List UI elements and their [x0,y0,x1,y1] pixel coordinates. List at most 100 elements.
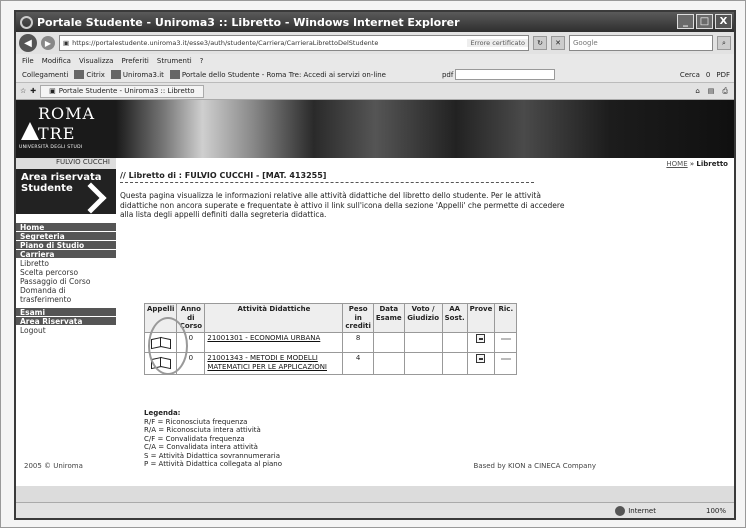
favorite-icon [169,70,180,79]
menu-modifica[interactable]: Modifica [42,57,71,65]
activity-link[interactable]: 21001343 - METODI E MODELLI MATEMATICI P… [204,351,344,375]
command-bar: ⌂ ▤ ⎙ [695,87,734,96]
window-controls: _ □ X [677,14,732,29]
highlight-circle [148,317,188,375]
refresh-icon[interactable]: ↻ [533,36,547,50]
footer-credits: Based by KION a CINECA Company [473,462,596,470]
minimize-button[interactable]: _ [677,14,694,29]
favorite-portale[interactable]: Portale dello Studente - Roma Tre: Acced… [169,70,386,79]
sidebar-item-esami[interactable]: Esami [16,308,116,317]
table-row: 0 21001301 - ECONOMIA URBANA 8 [143,331,518,353]
sidebar-item-carriera[interactable]: Carriera [16,250,116,259]
address-bar[interactable]: ▣ https://portalestudente.uniroma3.it/es… [59,35,529,51]
cerca-button[interactable]: Cerca [680,71,700,79]
security-zone: Internet [615,505,656,516]
main-content: // Libretto di : FULVIO CUCCHI - [MAT. 4… [120,169,734,486]
add-favorite-icon[interactable]: ✚ [30,87,36,95]
pdf-input[interactable] [455,69,556,80]
close-button[interactable]: X [715,14,732,29]
table-header-row: Appelli Anno di Corso Attività Didattich… [143,303,518,333]
pdf-button[interactable]: PDF [716,71,730,79]
sidebar-item-piano-di-studio[interactable]: Piano di Studio [16,241,116,250]
page-title: // Libretto di : FULVIO CUCCHI - [MAT. 4… [120,169,534,183]
maximize-button[interactable]: □ [696,14,713,29]
legend-item: S = Attività Didattica sovrannumeraria [144,451,281,460]
footer-copyright: 2005 © Uniroma [24,462,83,470]
screenshot-frame: Portale Studente - Uniroma3 :: Libretto … [0,0,746,528]
forward-button[interactable]: ▶ [41,36,55,50]
legend-item: R/F = Riconosciuta frequenza [144,417,248,426]
zoom-level[interactable]: 100% [706,507,726,515]
sidebar-item-libretto[interactable]: Libretto [16,259,116,268]
sidebar-item-domanda-trasferimento[interactable]: Domanda di trasferimento [16,286,116,304]
favorite-citrix[interactable]: Citrix [74,70,105,79]
table-row: 0 21001343 - METODI E MODELLI MATEMATICI… [143,351,518,375]
libretto-table: Appelli Anno di Corso Attività Didattich… [143,303,518,375]
prove-icon[interactable] [476,353,486,363]
col-peso: Peso in crediti [342,303,374,333]
sidebar-item-logout[interactable]: Logout [16,326,116,335]
search-icon[interactable]: ⌕ [717,36,731,50]
menu-file[interactable]: File [22,57,34,65]
feeds-icon[interactable]: ▤ [708,87,715,96]
tab-label: Portale Studente - Uniroma3 :: Libretto [58,87,195,95]
sidebar-item-segreteria[interactable]: Segreteria [16,232,116,241]
print-icon[interactable]: ⎙ [722,87,728,96]
search-input[interactable]: Google [569,35,713,51]
prove-icon[interactable] [476,333,486,343]
breadcrumb-home[interactable]: HOME [666,160,687,168]
favorite-uniroma3[interactable]: Uniroma3.it [110,70,164,79]
home-icon[interactable]: ⌂ [695,87,699,96]
site-banner: ROMA TRE UNIVERSITÀ DEGLI STUDI [16,100,734,158]
window-titlebar: Portale Studente - Uniroma3 :: Libretto … [16,12,734,32]
breadcrumb-current: Libretto [696,159,728,168]
area-riservata-box: Area riservata Studente [16,169,116,214]
user-name: FULVIO CUCCHI [16,158,116,169]
stop-icon[interactable]: ✕ [551,36,565,50]
col-prove: Prove [466,303,496,333]
intro-text: Questa pagina visualizza le informazioni… [120,191,565,219]
col-ric: Ric. [494,303,518,333]
tab-icon: ▣ [49,87,56,95]
browser-window: Portale Studente - Uniroma3 :: Libretto … [14,10,736,520]
ric-dash-icon [500,357,511,360]
ie-logo-icon [20,15,33,29]
favorite-icon [74,70,85,79]
certificate-error-badge[interactable]: Errore certificato [467,39,528,47]
counter-badge: 0 [705,70,711,79]
page-footer: 2005 © Uniroma Based by KION a CINECA Co… [16,462,734,470]
sidebar-item-home[interactable]: Home [16,223,116,232]
col-aa: AA Sost. [441,303,468,333]
menu-strumenti[interactable]: Strumenti [157,57,192,65]
pdf-toolbar: pdf [442,69,556,80]
breadcrumb: HOME » Libretto [666,159,728,168]
arrow-down-right-icon [75,182,107,214]
sidebar-item-area-riservata[interactable]: Area Riservata [16,317,116,326]
toolbar-right: Cerca 0 PDF [680,71,734,79]
favorites-bar: Collegamenti Citrix Uniroma3.it Portale … [16,67,734,83]
menu-bar: File Modifica Visualizza Preferiti Strum… [16,54,734,67]
address-row: ◀ ▶ ▣ https://portalestudente.uniroma3.i… [16,32,734,54]
menu-visualizza[interactable]: Visualizza [79,57,113,65]
legend-item: R/A = Riconosciuta intera attività [144,426,261,434]
favorites-star-icon[interactable]: ☆ [20,87,26,95]
legend-item: C/A = Convalidata intera attività [144,443,258,451]
back-button[interactable]: ◀ [19,34,37,52]
sidebar-menu: Home Segreteria Piano di Studio Carriera… [16,223,116,335]
zone-label: Internet [628,506,656,515]
roma-tre-logo[interactable]: ROMA TRE UNIVERSITÀ DEGLI STUDI [16,100,116,158]
favorite-icon [110,70,121,79]
activity-link[interactable]: 21001301 - ECONOMIA URBANA [204,331,344,353]
globe-icon [615,505,626,516]
legend-item: C/F = Convalidata frequenza [144,434,245,443]
menu-help[interactable]: ? [200,57,204,65]
legend-title: Legenda: [144,409,181,417]
tab-bar: ☆ ✚ ▣ Portale Studente - Uniroma3 :: Lib… [16,83,734,100]
logo-triangle-icon [21,122,39,140]
tab-libretto[interactable]: ▣ Portale Studente - Uniroma3 :: Librett… [40,84,204,98]
sidebar-item-passaggio-di-corso[interactable]: Passaggio di Corso [16,277,116,286]
sidebar-item-scelta-percorso[interactable]: Scelta percorso [16,268,116,277]
sub-header: FULVIO CUCCHI HOME » Libretto [16,158,734,169]
menu-preferiti[interactable]: Preferiti [121,57,148,65]
window-title: Portale Studente - Uniroma3 :: Libretto … [37,15,460,29]
